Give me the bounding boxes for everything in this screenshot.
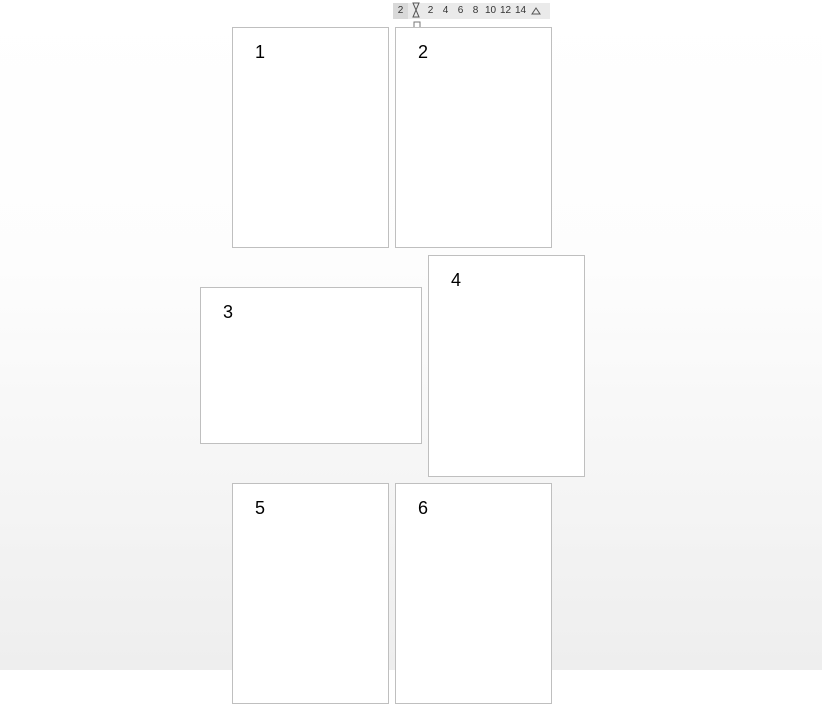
size-option-label: 14 xyxy=(515,6,526,16)
page-thumbnail[interactable]: 3 xyxy=(200,287,422,444)
page-number: 1 xyxy=(255,42,265,62)
size-option-label: 2 xyxy=(428,6,434,16)
page-thumbnail[interactable]: 1 xyxy=(232,27,389,248)
page-number: 4 xyxy=(451,270,461,290)
size-option-label: 10 xyxy=(485,6,496,16)
current-page-indicator: 2 xyxy=(393,3,408,19)
size-option[interactable]: 10 xyxy=(483,3,498,19)
page-number: 3 xyxy=(223,302,233,322)
page-thumbnail[interactable]: 4 xyxy=(428,255,585,477)
size-option[interactable]: 8 xyxy=(468,3,483,19)
size-option-label: 12 xyxy=(500,6,511,16)
page-thumbnail[interactable]: 5 xyxy=(232,483,389,704)
slider-marker-icon[interactable] xyxy=(413,16,421,24)
page-number: 5 xyxy=(255,498,265,518)
size-option[interactable]: 6 xyxy=(453,3,468,19)
page-number: 6 xyxy=(418,498,428,518)
size-option-label: 4 xyxy=(443,6,449,16)
size-option[interactable]: 2 xyxy=(423,3,438,19)
size-option-label: 8 xyxy=(473,6,479,16)
workspace-canvas: 2 2 4 6 8 10 12 14 123456 xyxy=(0,0,822,670)
page-number: 2 xyxy=(418,42,428,62)
arrow-up-icon[interactable] xyxy=(528,3,543,19)
size-option[interactable]: 12 xyxy=(498,3,513,19)
page-thumbnail[interactable]: 2 xyxy=(395,27,552,248)
size-option-label: 6 xyxy=(458,6,464,16)
size-option[interactable]: 14 xyxy=(513,3,528,19)
size-option[interactable]: 4 xyxy=(438,3,453,19)
page-thumbnail[interactable]: 6 xyxy=(395,483,552,704)
current-page-value: 2 xyxy=(398,6,404,16)
